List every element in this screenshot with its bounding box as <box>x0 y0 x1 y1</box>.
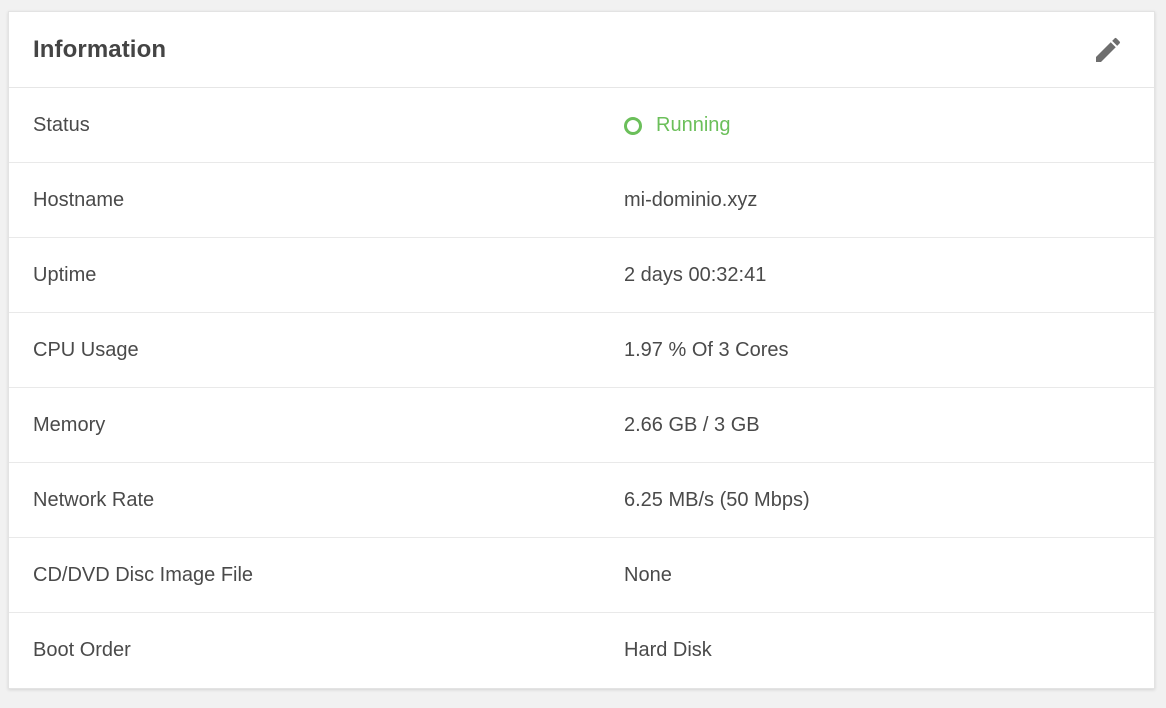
info-row-cpu-usage: CPU Usage 1.97 % Of 3 Cores <box>9 313 1154 388</box>
info-row-memory: Memory 2.66 GB / 3 GB <box>9 388 1154 463</box>
row-value: None <box>624 564 672 586</box>
row-value: 6.25 MB/s (50 Mbps) <box>624 489 810 511</box>
info-row-hostname: Hostname mi-dominio.xyz <box>9 163 1154 238</box>
info-row-uptime: Uptime 2 days 00:32:41 <box>9 238 1154 313</box>
info-row-disc-image: CD/DVD Disc Image File None <box>9 538 1154 613</box>
row-label: CD/DVD Disc Image File <box>33 564 254 586</box>
row-label: Uptime <box>33 264 97 286</box>
row-label: Memory <box>33 414 106 436</box>
row-value: Hard Disk <box>624 639 712 661</box>
row-label: Boot Order <box>33 639 131 661</box>
card-header: Information <box>9 12 1154 88</box>
info-row-status: Status Running <box>9 88 1154 163</box>
edit-button[interactable] <box>1090 32 1126 68</box>
status-text: Running <box>656 114 731 136</box>
status-value: Running <box>624 88 731 163</box>
row-label: CPU Usage <box>33 339 139 361</box>
row-label: Network Rate <box>33 489 155 511</box>
info-row-boot-order: Boot Order Hard Disk <box>9 613 1154 688</box>
card-title: Information <box>33 36 167 63</box>
information-card: Information Status Running Hostname mi-d… <box>8 11 1155 689</box>
info-row-network-rate: Network Rate 6.25 MB/s (50 Mbps) <box>9 463 1154 538</box>
row-value: 2.66 GB / 3 GB <box>624 414 760 436</box>
row-value: 1.97 % Of 3 Cores <box>624 339 789 361</box>
row-label: Status <box>33 114 90 136</box>
row-label: Hostname <box>33 189 125 211</box>
pencil-icon <box>1096 37 1121 62</box>
status-circle-icon <box>624 117 642 135</box>
row-value: 2 days 00:32:41 <box>624 264 767 286</box>
row-value: mi-dominio.xyz <box>624 189 758 211</box>
